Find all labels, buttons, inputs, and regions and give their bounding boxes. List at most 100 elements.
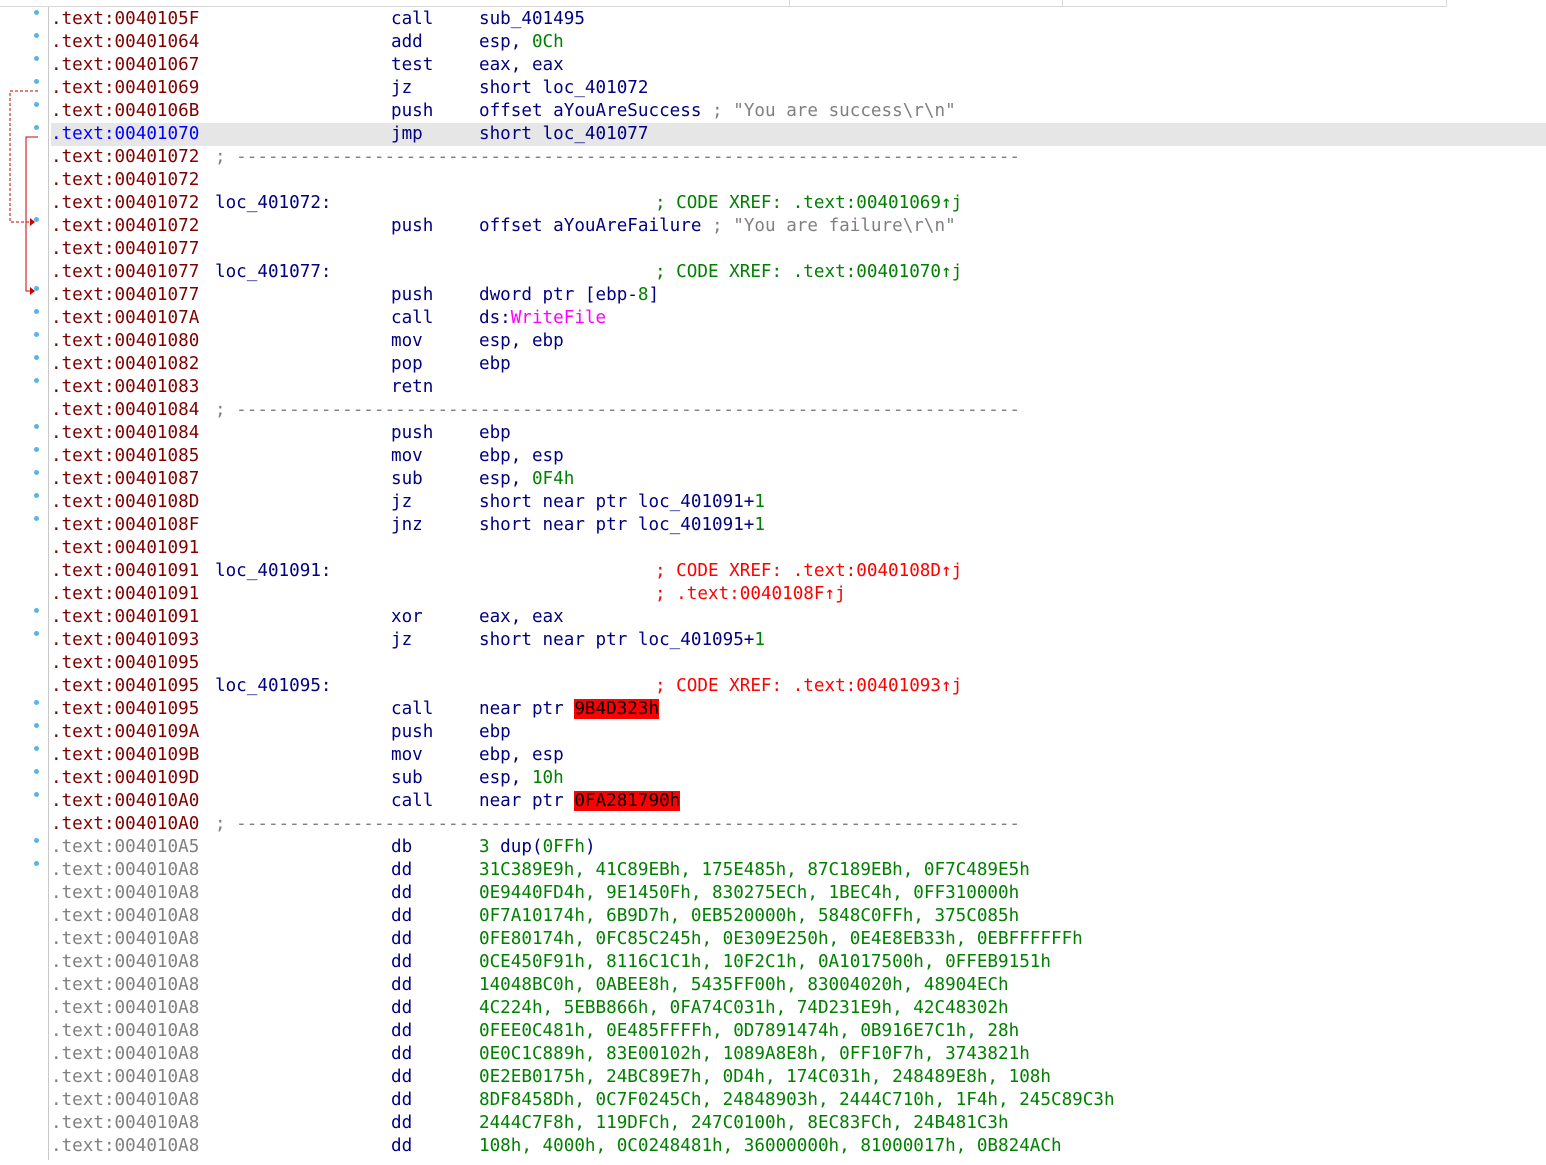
instruction-operands[interactable]: dword ptr [ebp-8] xyxy=(479,284,659,307)
operand-token[interactable]: 0FFh xyxy=(543,837,585,857)
listing-line[interactable]: .text:004010A8 dd 0F7A10174h, 6B9D7h, 0EB5… xyxy=(51,905,1546,928)
breakpoint-dot-icon[interactable] xyxy=(34,769,39,774)
listing-line[interactable]: .text:0040109A push ebp xyxy=(51,721,1546,744)
breakpoint-dot-icon[interactable] xyxy=(34,33,39,38)
listing-line[interactable]: .text:004010A8 dd 0E9440FD4h, 9E1450Fh, 83… xyxy=(51,882,1546,905)
line-address[interactable]: .text:00401084 xyxy=(51,422,199,445)
instruction-mnemonic[interactable]: mov xyxy=(391,330,423,353)
line-address[interactable]: .text:004010A8 xyxy=(51,928,199,951)
instruction-operands[interactable]: sub_401495 xyxy=(479,8,585,31)
listing-line[interactable]: .text:00401091 xyxy=(51,537,1546,560)
operand-token[interactable]: ebp, esp xyxy=(479,446,564,466)
operand-token[interactable]: esp, xyxy=(479,469,532,489)
line-address[interactable]: .text:00401072 xyxy=(51,215,199,238)
operand-token[interactable]: 0F7A10174h, 6B9D7h, 0EB520000h, 5848C0FF… xyxy=(479,906,1019,926)
operand-token[interactable]: offset aYouAreSuccess xyxy=(479,101,712,121)
listing-line[interactable]: .text:004010A8 dd 4C224h, 5EBB866h, 0FA74C… xyxy=(51,997,1546,1020)
listing-line[interactable]: .text:00401069 jz short loc_401072 xyxy=(51,77,1546,100)
listing-line[interactable]: .text:00401070 jmp short loc_401077 xyxy=(51,123,1546,146)
instruction-mnemonic[interactable]: dd xyxy=(391,1089,412,1112)
listing-line[interactable]: .text:00401080 mov esp, ebp xyxy=(51,330,1546,353)
instruction-operands[interactable]: ebp xyxy=(479,353,511,376)
instruction-operands[interactable]: 108h, 4000h, 0C0248481h, 36000000h, 8100… xyxy=(479,1135,1062,1158)
operand-token[interactable]: 8 xyxy=(638,285,649,305)
line-address[interactable]: .text:004010A8 xyxy=(51,1112,199,1135)
operand-token[interactable]: 4C224h, 5EBB866h, 0FA74C031h, 74D231E9h,… xyxy=(479,998,1009,1018)
breakpoint-dot-icon[interactable] xyxy=(34,79,39,84)
operand-token[interactable]: 0Ch xyxy=(532,32,564,52)
instruction-mnemonic[interactable]: dd xyxy=(391,1020,412,1043)
listing-line[interactable]: .text:00401082 pop ebp xyxy=(51,353,1546,376)
instruction-mnemonic[interactable]: mov xyxy=(391,744,423,767)
instruction-mnemonic[interactable]: add xyxy=(391,31,423,54)
breakpoint-dot-icon[interactable] xyxy=(34,56,39,61)
line-address[interactable]: .text:0040108F xyxy=(51,514,199,537)
line-address[interactable]: .text:004010A5 xyxy=(51,836,199,859)
operand-token[interactable]: short near ptr loc_401095+ xyxy=(479,630,754,650)
breakpoint-dot-icon[interactable] xyxy=(34,700,39,705)
instruction-operands[interactable]: esp, 0Ch xyxy=(479,31,564,54)
instruction-mnemonic[interactable]: push xyxy=(391,422,433,445)
line-address[interactable]: .text:00401093 xyxy=(51,629,199,652)
listing-line[interactable]: .text:004010A8 dd 8DF8458Dh, 0C7F0245Ch, 2… xyxy=(51,1089,1546,1112)
breakpoint-dot-icon[interactable] xyxy=(34,424,39,429)
line-address[interactable]: .text:0040109B xyxy=(51,744,199,767)
line-address[interactable]: .text:004010A8 xyxy=(51,859,199,882)
listing-line[interactable]: .text:00401077 xyxy=(51,238,1546,261)
line-address[interactable]: .text:004010A8 xyxy=(51,882,199,905)
instruction-operands[interactable]: short loc_401077 xyxy=(479,123,648,146)
operand-token[interactable]: short loc_401072 xyxy=(479,78,648,98)
operand-token[interactable]: short near ptr loc_401091+ xyxy=(479,492,754,512)
instruction-operands[interactable]: 8DF8458Dh, 0C7F0245Ch, 24848903h, 2444C7… xyxy=(479,1089,1115,1112)
instruction-mnemonic[interactable]: jz xyxy=(391,629,412,652)
listing-line[interactable]: .text:00401084 push ebp xyxy=(51,422,1546,445)
listing-line[interactable]: .text:00401095 loc_401095: ; CODE XREF: .t… xyxy=(51,675,1546,698)
xref-comment[interactable]: ; CODE XREF: .text:0040108D↑j xyxy=(655,560,962,583)
listing-line[interactable]: .text:004010A8 dd 0E0C1C889h, 83E00102h, 1… xyxy=(51,1043,1546,1066)
instruction-mnemonic[interactable]: call xyxy=(391,790,433,813)
instruction-operands[interactable]: eax, eax xyxy=(479,54,564,77)
line-address[interactable]: .text:0040106B xyxy=(51,100,199,123)
instruction-operands[interactable]: offset aYouAreFailure ; "You are failure… xyxy=(479,215,956,238)
operand-token[interactable]: near ptr xyxy=(479,791,574,811)
breakpoint-dot-icon[interactable] xyxy=(34,746,39,751)
instruction-operands[interactable]: 0CE450F91h, 8116C1C1h, 10F2C1h, 0A101750… xyxy=(479,951,1051,974)
breakpoint-dot-icon[interactable] xyxy=(34,861,39,866)
line-address[interactable]: .text:00401077 xyxy=(51,284,199,307)
instruction-mnemonic[interactable]: test xyxy=(391,54,433,77)
line-address[interactable]: .text:0040109A xyxy=(51,721,199,744)
instruction-mnemonic[interactable]: sub xyxy=(391,767,423,790)
operand-token[interactable]: 31C389E9h, 41C89EBh, 175E485h, 87C189EBh… xyxy=(479,860,1030,880)
listing-line[interactable]: .text:0040106B push offset aYouAreSuccess … xyxy=(51,100,1546,123)
instruction-mnemonic[interactable]: dd xyxy=(391,1043,412,1066)
line-address[interactable]: .text:004010A8 xyxy=(51,951,199,974)
line-address[interactable]: .text:004010A8 xyxy=(51,1020,199,1043)
line-address[interactable]: .text:004010A8 xyxy=(51,974,199,997)
listing-line[interactable]: .text:0040109B mov ebp, esp xyxy=(51,744,1546,767)
instruction-operands[interactable]: 0E9440FD4h, 9E1450Fh, 830275ECh, 1BEC4h,… xyxy=(479,882,1019,905)
operand-token[interactable]: esp, xyxy=(479,768,532,788)
line-address[interactable]: .text:00401095 xyxy=(51,675,199,698)
instruction-operands[interactable]: 3 dup(0FFh) xyxy=(479,836,596,859)
line-address[interactable]: .text:00401091 xyxy=(51,537,199,560)
breakpoint-dot-icon[interactable] xyxy=(34,792,39,797)
line-address[interactable]: .text:004010A8 xyxy=(51,905,199,928)
line-address[interactable]: .text:004010A8 xyxy=(51,1043,199,1066)
instruction-operands[interactable]: ebp, esp xyxy=(479,445,564,468)
operand-token[interactable]: 2444C7F8h, 119DFCh, 247C0100h, 8EC83FCh,… xyxy=(479,1113,1009,1133)
operand-token[interactable]: 0F4h xyxy=(532,469,574,489)
instruction-operands[interactable]: ds:WriteFile xyxy=(479,307,606,330)
instruction-mnemonic[interactable]: dd xyxy=(391,928,412,951)
instruction-mnemonic[interactable]: push xyxy=(391,284,433,307)
listing-line[interactable]: .text:00401072 xyxy=(51,169,1546,192)
listing-line[interactable]: .text:0040107A call ds:WriteFile xyxy=(51,307,1546,330)
line-address[interactable]: .text:004010A8 xyxy=(51,1135,199,1158)
invalid-operand[interactable]: 0FA281790h xyxy=(574,791,681,811)
instruction-operands[interactable]: 31C389E9h, 41C89EBh, 175E485h, 87C189EBh… xyxy=(479,859,1030,882)
breakpoint-dot-icon[interactable] xyxy=(34,378,39,383)
listing-line[interactable]: .text:004010A8 dd 0E2EB0175h, 24BC89E7h, 0… xyxy=(51,1066,1546,1089)
instruction-operands[interactable]: short near ptr loc_401091+1 xyxy=(479,514,765,537)
breakpoint-dot-icon[interactable] xyxy=(34,723,39,728)
listing-line[interactable]: .text:00401067 test eax, eax xyxy=(51,54,1546,77)
breakpoint-dot-icon[interactable] xyxy=(34,470,39,475)
